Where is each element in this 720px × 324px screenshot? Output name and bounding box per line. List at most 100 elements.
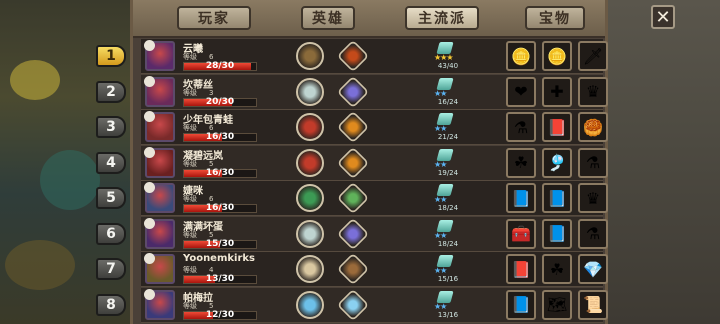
crown-icon[interactable]: ♛ xyxy=(578,183,608,213)
potion-skill-icon[interactable] xyxy=(336,181,370,215)
star-rating: ★★ xyxy=(434,89,447,98)
fire-arrow-skill-icon[interactable] xyxy=(336,146,370,179)
gold-coin-icon[interactable]: 🪙 xyxy=(542,41,572,71)
level-label: 等级 xyxy=(183,266,197,274)
lantern-icon[interactable]: ⚗ xyxy=(506,112,536,142)
filled-stars: ★★ xyxy=(434,230,447,240)
clover-icon[interactable]: ☘ xyxy=(506,147,536,178)
leaderboard-panel: 玩家 英雄 主流派 宝物 云曦 等级 6 28/30 ★★★ 43/40 🪙 🪙 🗡 … xyxy=(130,0,608,324)
level-value: 6 xyxy=(209,195,214,203)
crystal-skill-icon[interactable] xyxy=(296,184,324,212)
hero-portrait[interactable] xyxy=(144,217,175,249)
tab-treasure[interactable]: 宝物 xyxy=(525,6,585,30)
spellbook-icon[interactable]: 📘 xyxy=(542,183,572,213)
fire-orb-skill-icon[interactable] xyxy=(296,113,324,141)
hero-row[interactable]: 坎蒂丝 等级 3 20/30 ★★ 16/24 ❤ ✚ ♛ xyxy=(141,74,608,110)
chest-icon[interactable]: 🧰 xyxy=(506,218,536,249)
hero-row[interactable]: 少年包青蛙 等级 6 16/30 ★★ 21/24 ⚗ 📕 🥮 xyxy=(141,110,608,145)
weapon-skill-icon[interactable] xyxy=(296,42,324,70)
level-label: 等级 xyxy=(183,53,197,61)
hero-row[interactable]: 凝碧远岚 等级 5 16/30 ★★ 19/24 ☘ 🎐 ⚗ xyxy=(141,145,608,181)
filled-stars: ★★ xyxy=(434,159,447,169)
ice-crystal-skill-icon[interactable] xyxy=(336,288,370,321)
clover-icon[interactable]: ☘ xyxy=(542,254,572,284)
treasure-pile-icon[interactable]: 🥮 xyxy=(578,112,608,142)
level-value: 6 xyxy=(209,124,214,132)
map-icon[interactable]: 🗺 xyxy=(542,289,572,320)
heart-icon[interactable]: ❤ xyxy=(506,76,536,107)
level-value: 5 xyxy=(209,159,214,168)
rank-number-badge: 7 xyxy=(96,258,126,280)
lantern-icon[interactable]: ⚗ xyxy=(578,147,608,178)
background-blob xyxy=(40,150,100,210)
lantern-icon[interactable]: ⚗ xyxy=(578,218,608,249)
background-blob xyxy=(5,240,75,290)
fire-orb-skill-icon[interactable] xyxy=(296,148,324,177)
spellbook-icon[interactable]: 📘 xyxy=(542,218,572,249)
gold-coin-icon[interactable]: 🪙 xyxy=(506,41,536,71)
book-icon[interactable]: 📕 xyxy=(542,112,572,142)
gem-icon[interactable]: 💎 xyxy=(578,254,608,284)
hero-portrait[interactable] xyxy=(144,182,175,213)
rank-number-badge: 2 xyxy=(96,80,126,103)
hero-portrait[interactable] xyxy=(144,40,175,71)
filled-stars: ★★ xyxy=(434,195,447,204)
hero-portrait[interactable] xyxy=(144,146,175,178)
skull-skill-icon[interactable] xyxy=(296,77,324,106)
hero-row[interactable]: Yoonemkirks 等级 4 13/30 ★★ 15/16 📕 ☘ 💎 xyxy=(141,252,608,287)
red-book-icon[interactable]: 📕 xyxy=(506,254,536,284)
progress-text: 15/30 xyxy=(205,238,235,249)
hero-row[interactable]: 云曦 等级 6 28/30 ★★★ 43/40 🪙 🪙 🗡 xyxy=(141,39,608,74)
hero-portrait[interactable] xyxy=(144,253,175,284)
sword-icon[interactable]: 🗡 xyxy=(578,41,608,71)
hero-portrait[interactable] xyxy=(144,111,175,142)
tab-main-faction[interactable]: 主流派 xyxy=(405,6,479,30)
hero-name: Yoonemkirks xyxy=(183,253,255,264)
skull-skill-icon[interactable] xyxy=(296,219,324,248)
rank-number-badge: 8 xyxy=(96,293,126,316)
crown-icon[interactable]: ♛ xyxy=(578,76,608,107)
hero-star-level xyxy=(144,40,155,51)
tab-player[interactable]: 玩家 xyxy=(177,6,251,30)
hero-row[interactable]: 婕咪 等级 6 16/30 ★★ 18/24 📘 📘 ♛ xyxy=(141,181,608,216)
rank-number-badge: 3 xyxy=(96,116,126,138)
arcane-skill-icon[interactable] xyxy=(336,75,370,108)
level-label: 等级 xyxy=(183,124,197,132)
arcane-skill-icon[interactable] xyxy=(336,217,370,250)
rank-number-badge: 5 xyxy=(96,187,126,209)
level-value: 5 xyxy=(209,230,214,239)
hero-star-level xyxy=(144,146,155,158)
level-label: 等级 xyxy=(183,195,197,203)
stone-count: 21/24 xyxy=(437,133,459,141)
hero-row[interactable]: 满满坏蛋 等级 5 15/30 ★★ 18/24 🧰 📘 ⚗ xyxy=(141,216,608,252)
stone-count: 43/40 xyxy=(437,62,459,70)
level-label: 等级 xyxy=(183,88,197,97)
tab-heroes[interactable]: 英雄 xyxy=(301,6,355,30)
level-value: 3 xyxy=(209,88,214,97)
scroll-skill-icon[interactable] xyxy=(296,255,324,283)
hero-portrait[interactable] xyxy=(144,75,175,107)
filled-stars: ★★ xyxy=(434,266,447,275)
flame-skill-icon[interactable] xyxy=(336,39,370,73)
scroll-icon[interactable]: 📜 xyxy=(578,289,608,320)
hero-star-level xyxy=(144,111,155,122)
ice-skill-icon[interactable] xyxy=(296,290,324,319)
star-rating: ★★ xyxy=(434,230,447,240)
fire-arrow-skill-icon[interactable] xyxy=(336,110,370,144)
spellbook-icon[interactable]: 📘 xyxy=(506,289,536,320)
spellbook-icon[interactable]: 📘 xyxy=(506,183,536,213)
progress-text: 12/30 xyxy=(205,309,235,320)
stone-count: 15/16 xyxy=(437,275,459,283)
close-button[interactable]: ✕ xyxy=(651,5,675,29)
filled-stars: ★★ xyxy=(434,301,447,311)
hero-portrait[interactable] xyxy=(144,288,175,320)
flute-icon[interactable]: 🎐 xyxy=(542,147,572,178)
bomb-skill-icon[interactable] xyxy=(336,252,370,286)
stone-count: 19/24 xyxy=(437,168,459,177)
medkit-icon[interactable]: ✚ xyxy=(542,76,572,107)
rank-number-badge: 4 xyxy=(96,151,126,174)
star-rating: ★★ xyxy=(434,301,447,311)
hero-row[interactable]: 帕梅拉 等级 5 12/30 ★★ 13/16 📘 🗺 📜 xyxy=(141,287,608,323)
star-rating: ★★ xyxy=(434,159,447,169)
hero-progress-bar: 12/30 xyxy=(183,309,257,320)
